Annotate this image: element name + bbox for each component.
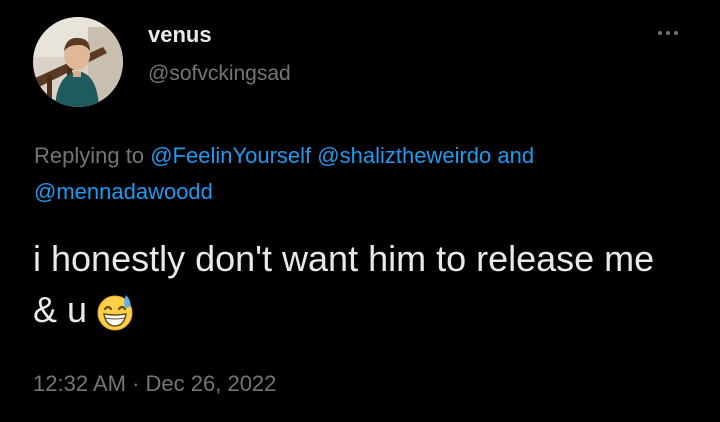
tweet-timestamp: 12:32 AM · Dec 26, 2022 bbox=[33, 371, 276, 397]
mention-link[interactable]: @FeelinYourself bbox=[150, 143, 311, 168]
tweet-card: venus @sofvckingsad Replying to @FeelinY… bbox=[0, 0, 720, 422]
tweet-text-container: i honestly don't want him to release me … bbox=[33, 233, 673, 345]
replying-to-line: Replying to @FeelinYourself @shalizthewe… bbox=[34, 138, 694, 210]
mention-link[interactable]: @shaliztheweirdo bbox=[317, 143, 491, 168]
mention-and-label[interactable]: and bbox=[497, 143, 534, 168]
tweet-date[interactable]: Dec 26, 2022 bbox=[146, 371, 277, 396]
more-options-button[interactable] bbox=[648, 20, 688, 46]
mention-link[interactable]: @mennadawoodd bbox=[34, 179, 213, 204]
avatar-photo bbox=[33, 17, 123, 107]
grinning-face-with-sweat-icon bbox=[95, 292, 135, 345]
timestamp-separator: · bbox=[132, 371, 140, 396]
replying-to-label: Replying to bbox=[34, 143, 145, 168]
tweet-time[interactable]: 12:32 AM bbox=[33, 371, 126, 396]
avatar[interactable] bbox=[33, 17, 123, 107]
author-handle[interactable]: @sofvckingsad bbox=[148, 62, 291, 86]
author-display-name[interactable]: venus bbox=[148, 22, 212, 48]
